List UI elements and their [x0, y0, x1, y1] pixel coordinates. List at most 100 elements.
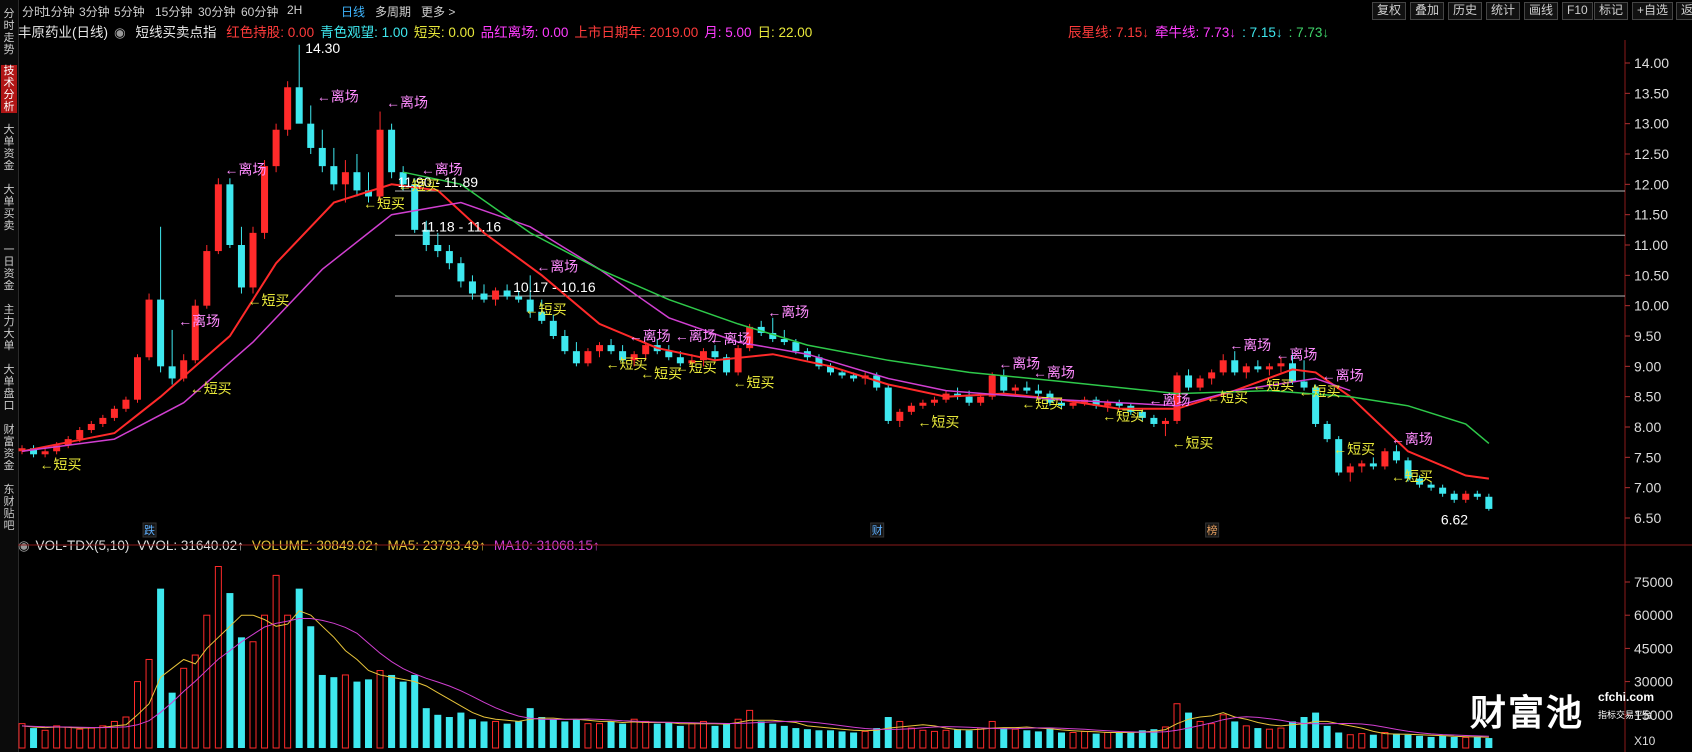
annotation-34: ←短买 — [1102, 408, 1144, 424]
volume-bar-56 — [665, 722, 673, 748]
volume-bar-0 — [18, 723, 26, 749]
volume-bar-64 — [757, 721, 765, 748]
volume-bar-20 — [249, 641, 257, 749]
candle-body-17 — [214, 184, 222, 252]
candle-body-76 — [896, 411, 904, 421]
volume-bar-60 — [711, 725, 719, 748]
volume-bar-40 — [480, 721, 488, 748]
logo-big-text: 财富池 — [1470, 693, 1585, 734]
candle-body-71 — [838, 372, 846, 376]
volume-bar-85 — [1000, 728, 1008, 748]
price-tick-label-15: 6.50 — [1634, 510, 1661, 526]
candle-body-19 — [237, 245, 245, 288]
volume-bar-15 — [191, 654, 199, 749]
annotation-5: ←离场 — [178, 313, 220, 329]
volume-bar-95 — [1115, 732, 1123, 748]
candle-body-62 — [734, 348, 742, 373]
candle-body-107 — [1254, 366, 1262, 370]
volume-bar-112 — [1312, 712, 1320, 748]
price-tick-label-8: 10.00 — [1634, 298, 1669, 314]
volume-bar-39 — [468, 719, 476, 748]
candle-body-83 — [977, 396, 985, 403]
volume-bar-19 — [237, 637, 245, 748]
candle-body-40 — [480, 293, 488, 300]
volume-bar-42 — [503, 723, 511, 748]
annotation-19: ←离场 — [1275, 346, 1317, 362]
candle-body-26 — [318, 147, 326, 167]
volume-bar-4 — [64, 726, 72, 749]
volume-bar-7 — [99, 725, 107, 749]
volume-bar-58 — [688, 723, 696, 749]
candle-body-119 — [1392, 451, 1400, 461]
candle-body-43 — [515, 296, 523, 300]
price-tick-label-9: 9.50 — [1634, 328, 1661, 344]
candle-body-46 — [549, 320, 557, 336]
volume-bar-121 — [1416, 735, 1424, 748]
price-tick-label-14: 7.00 — [1634, 480, 1661, 496]
volume-bar-51 — [607, 721, 615, 748]
volume-bar-27 — [330, 677, 338, 748]
date-marker-2: 榜 — [1207, 523, 1218, 537]
volume-bar-69 — [815, 730, 823, 748]
volume-tick-label-1: 60000 — [1634, 607, 1673, 623]
candle-body-13 — [168, 366, 176, 379]
annotation-3: 10.17 - 10.16 — [513, 279, 596, 295]
volume-bar-24 — [295, 588, 303, 748]
annotation-2: 11.18 - 11.16 — [421, 218, 502, 234]
annotation-40: ←短买 — [1391, 468, 1433, 484]
volume-bar-44 — [526, 708, 534, 748]
volume-bar-113 — [1323, 725, 1331, 748]
candle-body-88 — [1034, 390, 1042, 394]
volume-bar-73 — [861, 730, 869, 749]
volume-bar-108 — [1265, 728, 1273, 749]
volume-bar-68 — [803, 729, 811, 748]
volume-bar-66 — [780, 725, 788, 748]
price-tick-label-0: 14.00 — [1634, 55, 1669, 71]
annotation-36: ←短买 — [1206, 390, 1248, 406]
annotation-7: ←离场 — [317, 88, 359, 104]
candle-body-122 — [1427, 484, 1435, 488]
volume-bar-76 — [896, 720, 904, 749]
kline-chart[interactable]: 14.00 13.50 13.00 12.50 12.00 11.50 11.00 10.50… — [0, 0, 1692, 752]
volume-bar-91 — [1069, 732, 1077, 749]
volume-bar-119 — [1392, 733, 1400, 748]
volume-bar-35 — [422, 708, 430, 748]
candle-body-29 — [353, 172, 361, 191]
annotation-26: ←短买 — [398, 177, 440, 193]
annotation-24: ←短买 — [247, 293, 289, 309]
candle-body-18 — [226, 184, 234, 245]
candle-body-22 — [272, 129, 280, 167]
candle-body-72 — [850, 375, 858, 379]
price-tick-label-10: 9.00 — [1634, 358, 1661, 374]
volume-bar-36 — [434, 714, 442, 748]
volume-bar-117 — [1369, 734, 1377, 748]
volume-bar-49 — [584, 723, 592, 749]
logo-domain: cfchi.com — [1598, 690, 1655, 704]
volume-bar-81 — [954, 729, 962, 748]
volume-bar-57 — [676, 725, 684, 748]
annotation-17: ←离场 — [1148, 392, 1190, 408]
volume-bar-83 — [977, 727, 985, 749]
volume-bar-38 — [457, 712, 465, 748]
price-tick-label-12: 8.00 — [1634, 419, 1661, 435]
candle-body-113 — [1323, 423, 1331, 440]
candle-body-60 — [711, 351, 719, 358]
volume-bar-50 — [596, 723, 603, 749]
candle-body-115 — [1346, 466, 1354, 473]
volume-bar-111 — [1300, 717, 1308, 748]
candle-body-98 — [1150, 417, 1158, 424]
volume-bar-118 — [1381, 732, 1389, 749]
volume-bar-100 — [1173, 703, 1181, 749]
volume-bar-107 — [1254, 728, 1262, 748]
candle-body-49 — [584, 351, 592, 364]
volume-bar-114 — [1335, 732, 1343, 748]
candle-body-78 — [919, 402, 927, 406]
candle-body-116 — [1358, 463, 1366, 467]
candle-body-51 — [607, 345, 615, 352]
volume-bar-26 — [318, 674, 326, 748]
price-tick-label-6: 11.00 — [1634, 237, 1668, 253]
volume-bar-13 — [168, 692, 176, 748]
price-tick-label-2: 13.00 — [1634, 116, 1669, 132]
annotation-37: ←短买 — [1252, 377, 1294, 393]
date-marker-1: 财 — [872, 523, 883, 537]
